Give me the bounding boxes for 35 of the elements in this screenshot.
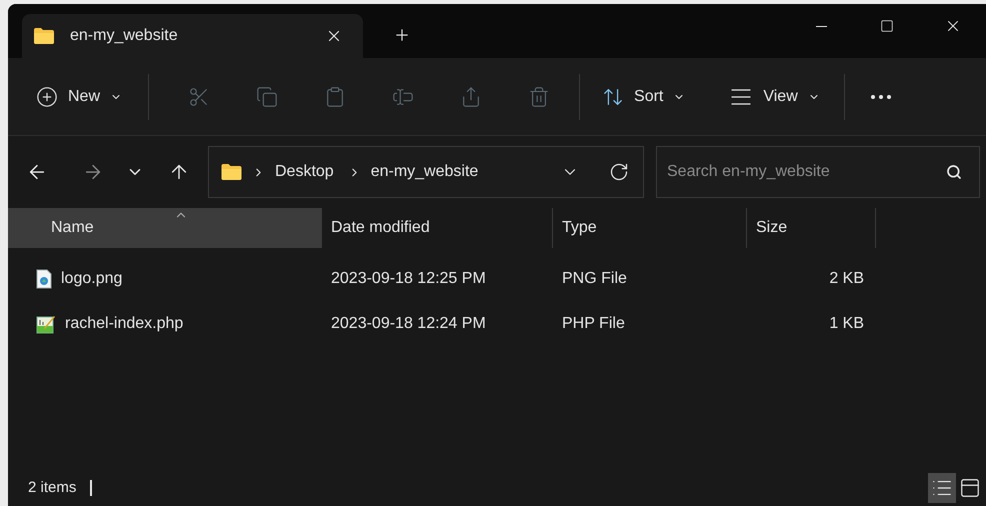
sort-button[interactable]: Sort [586,76,702,116]
date-cell-text: 2023-09-18 12:24 PM [330,314,487,334]
view-toggle[interactable] [928,473,956,503]
tab-title: en-my_website [70,26,179,46]
image-file-icon [36,268,52,288]
folder-icon [34,28,54,44]
breadcrumb[interactable]: en-my_website [370,160,478,184]
column-header[interactable]: Name [8,208,322,248]
more-icon [870,94,891,98]
trash-icon [528,86,550,108]
breadcrumb[interactable]: Desktop [275,160,334,184]
copy-icon [256,86,278,108]
column-header[interactable]: Size [747,208,876,248]
file-name[interactable]: logo.png [61,266,122,290]
size-cell-text: 2 KB [828,268,864,288]
new-button[interactable]: New [36,76,132,116]
column-header[interactable]: Date modified [322,208,553,248]
size-cell-text: 1 KB [828,314,864,334]
view-button[interactable]: View [713,76,836,116]
maximize-icon [880,19,894,33]
date-cell-text: 2023-09-18 12:25 PM [330,268,487,288]
plus-icon [36,86,58,108]
address-bar[interactable]: Desktop en-my_website [208,146,644,198]
search-icon[interactable] [946,164,962,180]
tab[interactable]: en-my_website [22,14,363,58]
folder-icon [221,164,242,180]
refresh-icon[interactable] [609,162,629,182]
file-name[interactable]: rachel-index.php [65,312,184,336]
tiles-icon [959,477,981,499]
script-file-icon [36,314,56,334]
item-count: 2 items [28,478,76,498]
search-field[interactable]: Search en-my_website [656,146,980,198]
type-cell-text: PNG File [561,268,628,288]
type-cell-text: PHP File [561,314,626,334]
column-header[interactable]: Type [553,208,747,248]
